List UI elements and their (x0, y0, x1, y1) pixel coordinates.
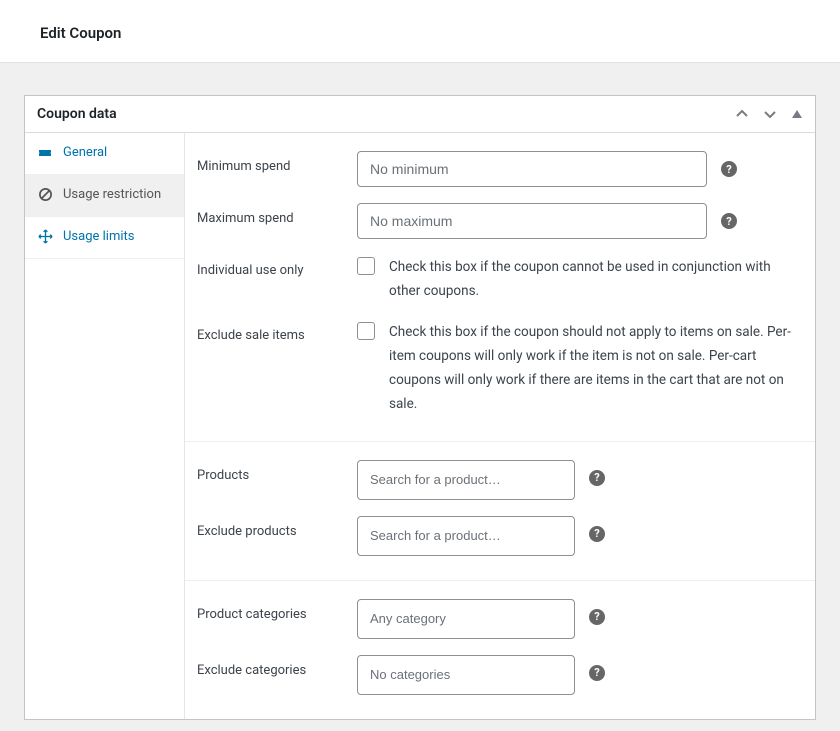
individual-use-description: Check this box if the coupon cannot be u… (389, 255, 801, 304)
label-maximum-spend: Maximum spend (197, 203, 357, 226)
exclude-sale-description: Check this box if the coupon should not … (389, 320, 801, 417)
tab-usage-restriction[interactable]: Usage restriction (25, 175, 184, 217)
categories-section: Product categories ? Exclude categories … (185, 581, 815, 719)
usage-restriction-panel: Minimum spend ? Maximum spend ? (185, 133, 815, 719)
product-categories-input[interactable] (357, 599, 575, 639)
label-exclude-products: Exclude products (197, 516, 357, 539)
exclude-products-input[interactable] (357, 516, 575, 556)
metabox-controls (735, 107, 803, 121)
tab-usage-limits[interactable]: Usage limits (25, 217, 184, 259)
spend-section: Minimum spend ? Maximum spend ? (185, 133, 815, 442)
ban-icon (37, 187, 53, 202)
help-icon[interactable]: ? (589, 470, 605, 486)
label-exclude-sale: Exclude sale items (197, 320, 357, 343)
metabox-title: Coupon data (37, 106, 117, 122)
row-product-categories: Product categories ? (185, 589, 815, 645)
chevron-up-icon[interactable] (735, 107, 749, 121)
move-icon (37, 229, 53, 244)
products-section: Products ? Exclude products ? (185, 442, 815, 581)
coupon-tabs: General Usage restriction Usage limits (25, 133, 185, 719)
page-header: Edit Coupon (0, 0, 840, 63)
label-minimum-spend: Minimum spend (197, 151, 357, 174)
page-title: Edit Coupon (40, 24, 800, 42)
label-products: Products (197, 460, 357, 483)
content: Coupon data General (0, 63, 840, 720)
row-exclude-categories: Exclude categories ? (185, 645, 815, 701)
help-icon[interactable]: ? (589, 609, 605, 625)
ticket-icon (37, 145, 53, 161)
tab-usage-restriction-label: Usage restriction (63, 187, 161, 204)
label-product-categories: Product categories (197, 599, 357, 622)
tab-general[interactable]: General (25, 133, 184, 175)
coupon-data-metabox: Coupon data General (24, 95, 816, 720)
help-icon[interactable]: ? (589, 526, 605, 542)
collapse-triangle-icon[interactable] (791, 108, 803, 120)
row-maximum-spend: Maximum spend ? (185, 193, 815, 245)
label-exclude-categories: Exclude categories (197, 655, 357, 678)
metabox-body: General Usage restriction Usage limits (25, 133, 815, 719)
help-icon[interactable]: ? (721, 161, 737, 177)
minimum-spend-input[interactable] (357, 151, 707, 187)
label-individual-use: Individual use only (197, 255, 357, 278)
help-icon[interactable]: ? (721, 213, 737, 229)
row-exclude-products: Exclude products ? (185, 506, 815, 562)
help-icon[interactable]: ? (589, 665, 605, 681)
products-input[interactable] (357, 460, 575, 500)
row-individual-use: Individual use only Check this box if th… (185, 245, 815, 310)
tab-general-label: General (63, 145, 107, 162)
exclude-categories-input[interactable] (357, 655, 575, 695)
row-exclude-sale: Exclude sale items Check this box if the… (185, 310, 815, 423)
row-minimum-spend: Minimum spend ? (185, 141, 815, 193)
row-products: Products ? (185, 450, 815, 506)
individual-use-checkbox[interactable] (357, 257, 375, 275)
chevron-down-icon[interactable] (763, 107, 777, 121)
maximum-spend-input[interactable] (357, 203, 707, 239)
tab-usage-limits-label: Usage limits (63, 229, 134, 246)
metabox-header: Coupon data (25, 96, 815, 133)
exclude-sale-checkbox[interactable] (357, 322, 375, 340)
